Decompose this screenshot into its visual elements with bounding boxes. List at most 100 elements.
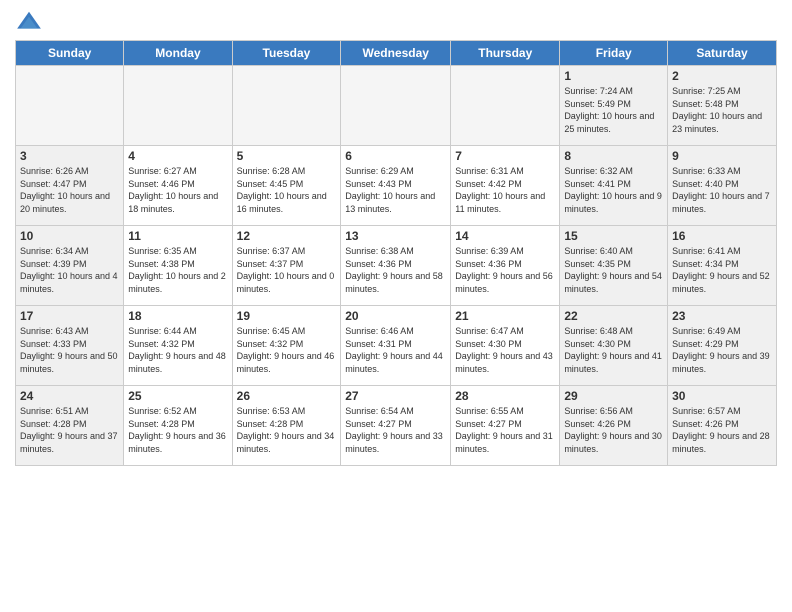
day-info: Sunrise: 6:43 AM Sunset: 4:33 PM Dayligh… — [20, 325, 119, 375]
calendar-cell: 19 Sunrise: 6:45 AM Sunset: 4:32 PM Dayli… — [232, 306, 341, 386]
calendar-cell: 17 Sunrise: 6:43 AM Sunset: 4:33 PM Dayli… — [16, 306, 124, 386]
day-info: Sunrise: 6:56 AM Sunset: 4:26 PM Dayligh… — [564, 405, 663, 455]
day-number: 18 — [128, 309, 227, 323]
day-header-thursday: Thursday — [451, 41, 560, 66]
day-info: Sunrise: 6:44 AM Sunset: 4:32 PM Dayligh… — [128, 325, 227, 375]
day-number: 19 — [237, 309, 337, 323]
day-number: 10 — [20, 229, 119, 243]
calendar-week-3: 17 Sunrise: 6:43 AM Sunset: 4:33 PM Dayli… — [16, 306, 777, 386]
day-info: Sunrise: 6:55 AM Sunset: 4:27 PM Dayligh… — [455, 405, 555, 455]
day-number: 24 — [20, 389, 119, 403]
calendar-week-1: 3 Sunrise: 6:26 AM Sunset: 4:47 PM Daylig… — [16, 146, 777, 226]
day-info: Sunrise: 7:24 AM Sunset: 5:49 PM Dayligh… — [564, 85, 663, 135]
calendar-cell: 16 Sunrise: 6:41 AM Sunset: 4:34 PM Dayli… — [668, 226, 777, 306]
day-number: 13 — [345, 229, 446, 243]
calendar-cell: 21 Sunrise: 6:47 AM Sunset: 4:30 PM Dayli… — [451, 306, 560, 386]
calendar-cell: 13 Sunrise: 6:38 AM Sunset: 4:36 PM Dayli… — [341, 226, 451, 306]
day-number: 14 — [455, 229, 555, 243]
day-info: Sunrise: 6:37 AM Sunset: 4:37 PM Dayligh… — [237, 245, 337, 295]
day-info: Sunrise: 6:28 AM Sunset: 4:45 PM Dayligh… — [237, 165, 337, 215]
day-info: Sunrise: 6:33 AM Sunset: 4:40 PM Dayligh… — [672, 165, 772, 215]
logo — [15, 10, 47, 32]
day-info: Sunrise: 6:47 AM Sunset: 4:30 PM Dayligh… — [455, 325, 555, 375]
calendar-cell: 3 Sunrise: 6:26 AM Sunset: 4:47 PM Daylig… — [16, 146, 124, 226]
calendar-cell: 11Sunrise: 6:35 AM Sunset: 4:38 PM Dayli… — [124, 226, 232, 306]
page: SundayMondayTuesdayWednesdayThursdayFrid… — [0, 0, 792, 612]
day-number: 5 — [237, 149, 337, 163]
calendar-cell — [451, 66, 560, 146]
day-info: Sunrise: 6:52 AM Sunset: 4:28 PM Dayligh… — [128, 405, 227, 455]
calendar-cell — [124, 66, 232, 146]
calendar-cell: 1Sunrise: 7:24 AM Sunset: 5:49 PM Daylig… — [560, 66, 668, 146]
day-header-friday: Friday — [560, 41, 668, 66]
day-number: 3 — [20, 149, 119, 163]
calendar-cell: 7 Sunrise: 6:31 AM Sunset: 4:42 PM Daylig… — [451, 146, 560, 226]
day-info: Sunrise: 6:38 AM Sunset: 4:36 PM Dayligh… — [345, 245, 446, 295]
day-info: Sunrise: 6:49 AM Sunset: 4:29 PM Dayligh… — [672, 325, 772, 375]
calendar-cell: 4 Sunrise: 6:27 AM Sunset: 4:46 PM Daylig… — [124, 146, 232, 226]
calendar-cell — [232, 66, 341, 146]
day-info: Sunrise: 6:51 AM Sunset: 4:28 PM Dayligh… — [20, 405, 119, 455]
calendar-week-4: 24 Sunrise: 6:51 AM Sunset: 4:28 PM Dayli… — [16, 386, 777, 466]
day-info: Sunrise: 6:54 AM Sunset: 4:27 PM Dayligh… — [345, 405, 446, 455]
calendar-cell: 25 Sunrise: 6:52 AM Sunset: 4:28 PM Dayli… — [124, 386, 232, 466]
day-info: Sunrise: 6:27 AM Sunset: 4:46 PM Dayligh… — [128, 165, 227, 215]
day-number: 16 — [672, 229, 772, 243]
calendar-cell: 26 Sunrise: 6:53 AM Sunset: 4:28 PM Dayli… — [232, 386, 341, 466]
calendar-cell — [16, 66, 124, 146]
day-number: 22 — [564, 309, 663, 323]
calendar-cell: 5 Sunrise: 6:28 AM Sunset: 4:45 PM Daylig… — [232, 146, 341, 226]
day-info: Sunrise: 6:26 AM Sunset: 4:47 PM Dayligh… — [20, 165, 119, 215]
day-header-sunday: Sunday — [16, 41, 124, 66]
day-number: 9 — [672, 149, 772, 163]
calendar-cell — [341, 66, 451, 146]
day-info: Sunrise: 6:31 AM Sunset: 4:42 PM Dayligh… — [455, 165, 555, 215]
day-info: Sunrise: 6:46 AM Sunset: 4:31 PM Dayligh… — [345, 325, 446, 375]
calendar-cell: 30Sunrise: 6:57 AM Sunset: 4:26 PM Dayli… — [668, 386, 777, 466]
calendar-cell: 10 Sunrise: 6:34 AM Sunset: 4:39 PM Dayli… — [16, 226, 124, 306]
calendar-cell: 27 Sunrise: 6:54 AM Sunset: 4:27 PM Dayli… — [341, 386, 451, 466]
day-number: 23 — [672, 309, 772, 323]
day-info: Sunrise: 6:34 AM Sunset: 4:39 PM Dayligh… — [20, 245, 119, 295]
day-number: 25 — [128, 389, 227, 403]
logo-icon — [15, 10, 43, 32]
day-header-monday: Monday — [124, 41, 232, 66]
day-header-wednesday: Wednesday — [341, 41, 451, 66]
day-number: 29 — [564, 389, 663, 403]
calendar-cell: 14Sunrise: 6:39 AM Sunset: 4:36 PM Dayli… — [451, 226, 560, 306]
day-info: Sunrise: 6:32 AM Sunset: 4:41 PM Dayligh… — [564, 165, 663, 215]
calendar-cell: 2 Sunrise: 7:25 AM Sunset: 5:48 PM Daylig… — [668, 66, 777, 146]
day-number: 28 — [455, 389, 555, 403]
calendar-header-row: SundayMondayTuesdayWednesdayThursdayFrid… — [16, 41, 777, 66]
day-number: 12 — [237, 229, 337, 243]
day-number: 20 — [345, 309, 446, 323]
calendar-cell: 15Sunrise: 6:40 AM Sunset: 4:35 PM Dayli… — [560, 226, 668, 306]
calendar-cell: 22 Sunrise: 6:48 AM Sunset: 4:30 PM Dayli… — [560, 306, 668, 386]
day-number: 6 — [345, 149, 446, 163]
day-info: Sunrise: 6:40 AM Sunset: 4:35 PM Dayligh… — [564, 245, 663, 295]
day-info: Sunrise: 6:41 AM Sunset: 4:34 PM Dayligh… — [672, 245, 772, 295]
day-info: Sunrise: 6:48 AM Sunset: 4:30 PM Dayligh… — [564, 325, 663, 375]
calendar-cell: 6 Sunrise: 6:29 AM Sunset: 4:43 PM Daylig… — [341, 146, 451, 226]
day-info: Sunrise: 6:53 AM Sunset: 4:28 PM Dayligh… — [237, 405, 337, 455]
day-number: 7 — [455, 149, 555, 163]
day-number: 17 — [20, 309, 119, 323]
day-info: Sunrise: 7:25 AM Sunset: 5:48 PM Dayligh… — [672, 85, 772, 135]
day-info: Sunrise: 6:57 AM Sunset: 4:26 PM Dayligh… — [672, 405, 772, 455]
calendar-cell: 23 Sunrise: 6:49 AM Sunset: 4:29 PM Dayli… — [668, 306, 777, 386]
day-number: 21 — [455, 309, 555, 323]
day-number: 4 — [128, 149, 227, 163]
calendar-cell: 12 Sunrise: 6:37 AM Sunset: 4:37 PM Dayli… — [232, 226, 341, 306]
header — [15, 10, 777, 32]
day-info: Sunrise: 6:45 AM Sunset: 4:32 PM Dayligh… — [237, 325, 337, 375]
day-number: 26 — [237, 389, 337, 403]
calendar-cell: 20 Sunrise: 6:46 AM Sunset: 4:31 PM Dayli… — [341, 306, 451, 386]
calendar-cell: 24 Sunrise: 6:51 AM Sunset: 4:28 PM Dayli… — [16, 386, 124, 466]
day-number: 27 — [345, 389, 446, 403]
calendar-table: SundayMondayTuesdayWednesdayThursdayFrid… — [15, 40, 777, 466]
calendar-cell: 8Sunrise: 6:32 AM Sunset: 4:41 PM Daylig… — [560, 146, 668, 226]
day-number: 2 — [672, 69, 772, 83]
day-header-saturday: Saturday — [668, 41, 777, 66]
calendar-cell: 9 Sunrise: 6:33 AM Sunset: 4:40 PM Daylig… — [668, 146, 777, 226]
day-info: Sunrise: 6:29 AM Sunset: 4:43 PM Dayligh… — [345, 165, 446, 215]
